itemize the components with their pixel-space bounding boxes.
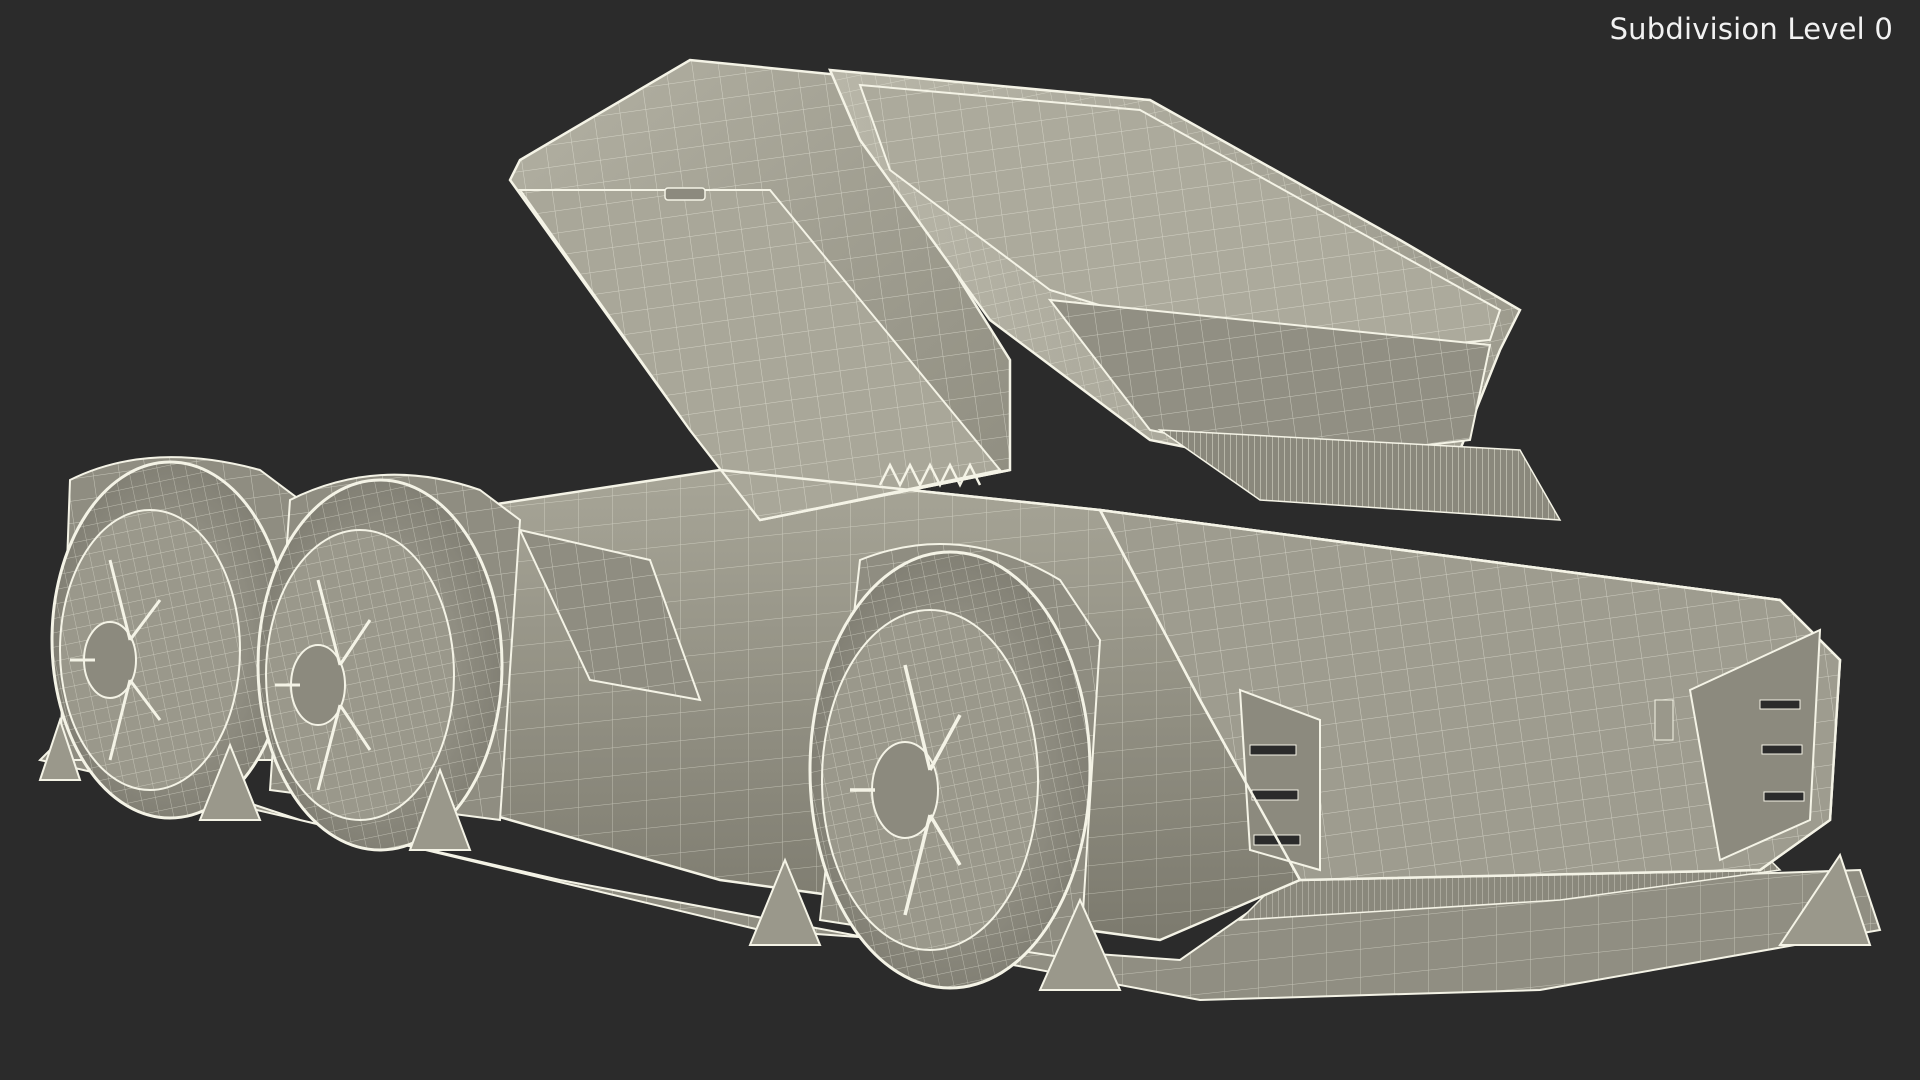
subdivision-level-label: Subdivision Level 0 [1609, 12, 1893, 46]
3d-viewport[interactable]: Subdivision Level 0 [0, 0, 1920, 1080]
wheel-middle-left [256, 478, 504, 852]
wheel-front-left [808, 550, 1092, 990]
wireframe-vehicle-model [38, 58, 1882, 1002]
sensor-icon [664, 187, 706, 201]
wheel-rear-left [50, 460, 290, 820]
